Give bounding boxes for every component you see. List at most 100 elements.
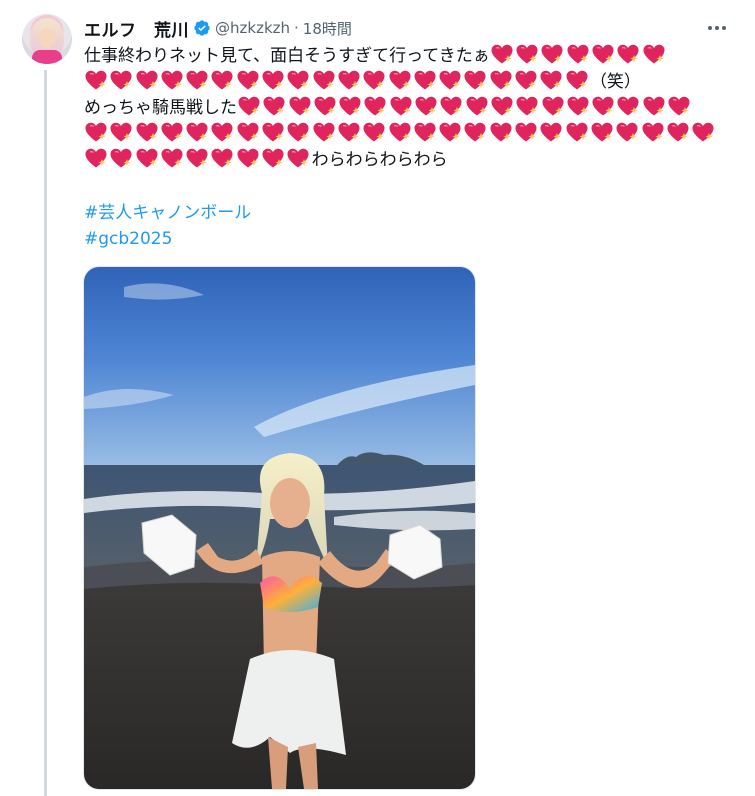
sparkling-heart-emoji-icon xyxy=(363,95,387,117)
sparkling-heart-emoji-icon xyxy=(465,95,489,117)
sparkling-heart-emoji-icon xyxy=(160,147,184,169)
sparkling-heart-emoji-icon xyxy=(109,121,133,143)
sparkling-heart-emoji-icon xyxy=(185,121,209,143)
sparkling-heart-emoji-icon xyxy=(185,147,209,169)
sparkling-heart-emoji-icon xyxy=(84,69,108,91)
photo-person-face xyxy=(270,478,310,528)
sparkling-heart-emoji-icon xyxy=(515,43,539,65)
more-dot xyxy=(708,26,712,30)
sparkling-heart-emoji-icon xyxy=(490,43,514,65)
sparkling-heart-emoji-icon xyxy=(641,121,665,143)
sparkling-heart-emoji-icon xyxy=(514,121,538,143)
sparkling-heart-emoji-icon xyxy=(590,121,614,143)
sparkling-heart-emoji-icon xyxy=(160,69,184,91)
sparkling-heart-emoji-icon xyxy=(288,95,312,117)
sparkling-heart-emoji-icon xyxy=(691,121,715,143)
heart-emoji-group xyxy=(84,147,312,170)
sparkling-heart-emoji-icon xyxy=(210,147,234,169)
header-separator: · xyxy=(294,19,299,37)
tweet[interactable]: エルフ 荒川 @hzkzkzh · 18時間 仕事終わりネット見て、面白そうすぎ… xyxy=(0,0,755,796)
sparkling-heart-emoji-icon xyxy=(438,69,462,91)
sparkling-heart-emoji-icon xyxy=(261,121,285,143)
text-segment: （笑） xyxy=(589,72,641,92)
sparkling-heart-emoji-icon xyxy=(236,147,260,169)
sparkling-heart-emoji-icon xyxy=(591,43,615,65)
heart-emoji-group xyxy=(237,95,692,118)
sparkling-heart-emoji-icon xyxy=(616,43,640,65)
sparkling-heart-emoji-icon xyxy=(84,147,108,169)
sparkling-heart-emoji-icon xyxy=(84,121,108,143)
tweet-text-line-3: めっちゃ騎馬戦した xyxy=(84,95,714,121)
sparkling-heart-emoji-icon xyxy=(109,147,133,169)
sparkling-heart-emoji-icon xyxy=(262,95,286,117)
sparkling-heart-emoji-icon xyxy=(210,69,234,91)
sparkling-heart-emoji-icon xyxy=(313,95,337,117)
sparkling-heart-emoji-icon xyxy=(489,121,513,143)
sparkling-heart-emoji-icon xyxy=(337,121,361,143)
sparkling-heart-emoji-icon xyxy=(210,121,234,143)
text-segment: 仕事終わりネット見て、面白そうすぎて行ってきたぁ xyxy=(84,46,490,66)
sparkling-heart-emoji-icon xyxy=(438,121,462,143)
sparkling-heart-emoji-icon xyxy=(642,95,666,117)
sparkling-heart-emoji-icon xyxy=(463,121,487,143)
tweet-text-line-1: 仕事終わりネット見て、面白そうすぎて行ってきたぁ xyxy=(84,43,714,69)
display-name[interactable]: エルフ 荒川 xyxy=(84,16,189,41)
sparkling-heart-emoji-icon xyxy=(236,69,260,91)
sparkling-heart-emoji-icon xyxy=(540,43,564,65)
sparkling-heart-emoji-icon xyxy=(135,121,159,143)
tweet-header: エルフ 荒川 @hzkzkzh · 18時間 xyxy=(84,16,352,41)
photo-person-sarong xyxy=(232,650,346,755)
hashtag-link[interactable]: #芸人キャノンボール xyxy=(84,200,251,226)
sparkling-heart-emoji-icon xyxy=(362,121,386,143)
sparkling-heart-emoji-icon xyxy=(261,147,285,169)
sparkling-heart-emoji-icon xyxy=(566,95,590,117)
verified-badge-icon xyxy=(193,19,211,37)
sparkling-heart-emoji-icon xyxy=(312,121,336,143)
sparkling-heart-emoji-icon xyxy=(160,121,184,143)
sparkling-heart-emoji-icon xyxy=(439,95,463,117)
tweet-photo[interactable] xyxy=(83,266,476,790)
sparkling-heart-emoji-icon xyxy=(338,95,362,117)
more-options-button[interactable] xyxy=(702,16,732,40)
sparkling-heart-emoji-icon xyxy=(362,69,386,91)
text-segment: めっちゃ騎馬戦した xyxy=(84,98,237,118)
tweet-text-line-2: （笑） xyxy=(84,69,714,95)
sparkling-heart-emoji-icon xyxy=(514,69,538,91)
sparkling-heart-emoji-icon xyxy=(109,69,133,91)
sparkling-heart-emoji-icon xyxy=(389,95,413,117)
sparkling-heart-emoji-icon xyxy=(566,43,590,65)
tweet-text: 仕事終わりネット見て、面白そうすぎて行ってきたぁ （笑） めっちゃ騎馬戦した わ… xyxy=(84,43,714,173)
sparkling-heart-emoji-icon xyxy=(489,69,513,91)
sparkling-heart-emoji-icon xyxy=(413,121,437,143)
heart-emoji-group xyxy=(84,121,716,144)
sparkling-heart-emoji-icon xyxy=(135,69,159,91)
sparkling-heart-emoji-icon xyxy=(236,121,260,143)
sparkling-heart-emoji-icon xyxy=(286,147,310,169)
sparkling-heart-emoji-icon xyxy=(414,95,438,117)
hashtag-link[interactable]: #gcb2025 xyxy=(84,226,251,252)
more-dot xyxy=(715,26,719,30)
sparkling-heart-emoji-icon xyxy=(539,121,563,143)
author-handle[interactable]: @hzkzkzh xyxy=(215,19,290,37)
sparkling-heart-emoji-icon xyxy=(565,69,589,91)
sparkling-heart-emoji-icon xyxy=(539,69,563,91)
sparkling-heart-emoji-icon xyxy=(185,69,209,91)
sparkling-heart-emoji-icon xyxy=(286,69,310,91)
sparkling-heart-emoji-icon xyxy=(312,69,336,91)
sparkling-heart-emoji-icon xyxy=(388,121,412,143)
sparkling-heart-emoji-icon xyxy=(463,69,487,91)
avatar-face xyxy=(39,28,55,48)
sparkling-heart-emoji-icon xyxy=(666,121,690,143)
avatar-clothing xyxy=(32,50,62,64)
sparkling-heart-emoji-icon xyxy=(261,69,285,91)
text-segment: わらわらわらわら xyxy=(311,150,448,170)
tweet-timestamp[interactable]: 18時間 xyxy=(303,18,352,39)
sparkling-heart-emoji-icon xyxy=(642,43,666,65)
sparkling-heart-emoji-icon xyxy=(413,69,437,91)
heart-emoji-group xyxy=(490,43,667,66)
sparkling-heart-emoji-icon xyxy=(388,69,412,91)
sparkling-heart-emoji-icon xyxy=(591,95,615,117)
tweet-text-line-5: わらわらわらわら xyxy=(84,147,714,173)
avatar[interactable] xyxy=(22,14,72,64)
more-dot xyxy=(722,26,726,30)
